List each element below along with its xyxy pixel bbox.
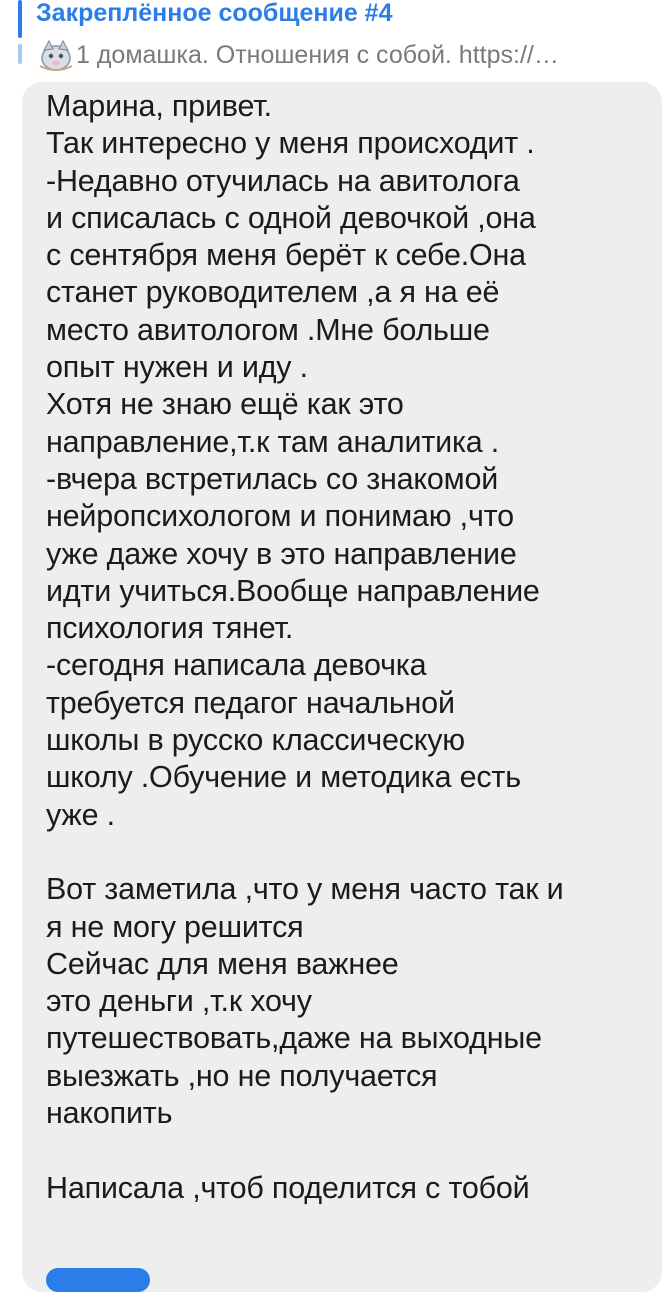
pinned-message-bar[interactable]: Закреплённое сообщение #4 1 домашка. Отн… (0, 0, 663, 82)
pinned-title: Закреплённое сообщение #4 (36, 0, 393, 27)
pinned-preview[interactable]: 1 домашка. Отношения с собой. https://… (36, 38, 656, 72)
pinned-preview-text: 1 домашка. Отношения с собой. https://… (76, 41, 559, 69)
pinned-position-indicator (18, 0, 22, 74)
next-message-indicator (46, 1268, 150, 1292)
message-text: Марина, привет. Так интересно у меня про… (46, 89, 564, 1205)
sticker-emoji-icon (39, 39, 73, 71)
